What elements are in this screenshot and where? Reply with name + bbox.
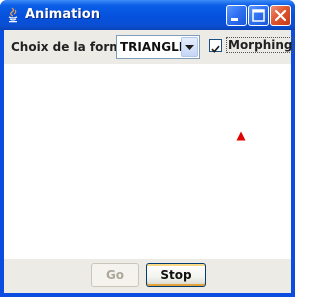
shape-select[interactable]: TRIANGLE [116, 35, 200, 59]
morphing-checkbox[interactable]: Morphing [208, 37, 295, 55]
go-button[interactable]: Go [91, 263, 139, 287]
shape-toolbar: Choix de la forme TRIANGLE Morphing [4, 30, 295, 64]
shape-select-arrow-button[interactable] [181, 37, 198, 57]
checkmark-icon [211, 45, 220, 53]
window-title: Animation [25, 7, 100, 22]
morphing-checkbox-box[interactable] [209, 39, 222, 53]
minimize-button[interactable] [226, 5, 247, 26]
maximize-button[interactable] [248, 5, 269, 26]
title-bar[interactable]: Animation [0, 0, 295, 30]
shape-select-value: TRIANGLE [120, 40, 187, 54]
chevron-down-icon [185, 45, 194, 50]
close-button[interactable] [270, 5, 291, 26]
morphing-label: Morphing [226, 37, 295, 53]
content-pane: Choix de la forme TRIANGLE Morphing Go S… [4, 30, 295, 293]
maximize-icon [252, 9, 265, 22]
shape-choice-label: Choix de la forme [11, 40, 130, 54]
stop-button[interactable]: Stop [146, 263, 206, 287]
control-bar: Go Stop [4, 259, 291, 293]
app-window: Animation Choix de la forme TRIANGLE Mor… [0, 0, 295, 297]
java-app-icon[interactable] [6, 7, 20, 23]
minimize-icon [231, 18, 238, 21]
triangle-shape [236, 131, 246, 141]
close-icon [274, 9, 287, 22]
animation-canvas[interactable] [4, 64, 291, 259]
